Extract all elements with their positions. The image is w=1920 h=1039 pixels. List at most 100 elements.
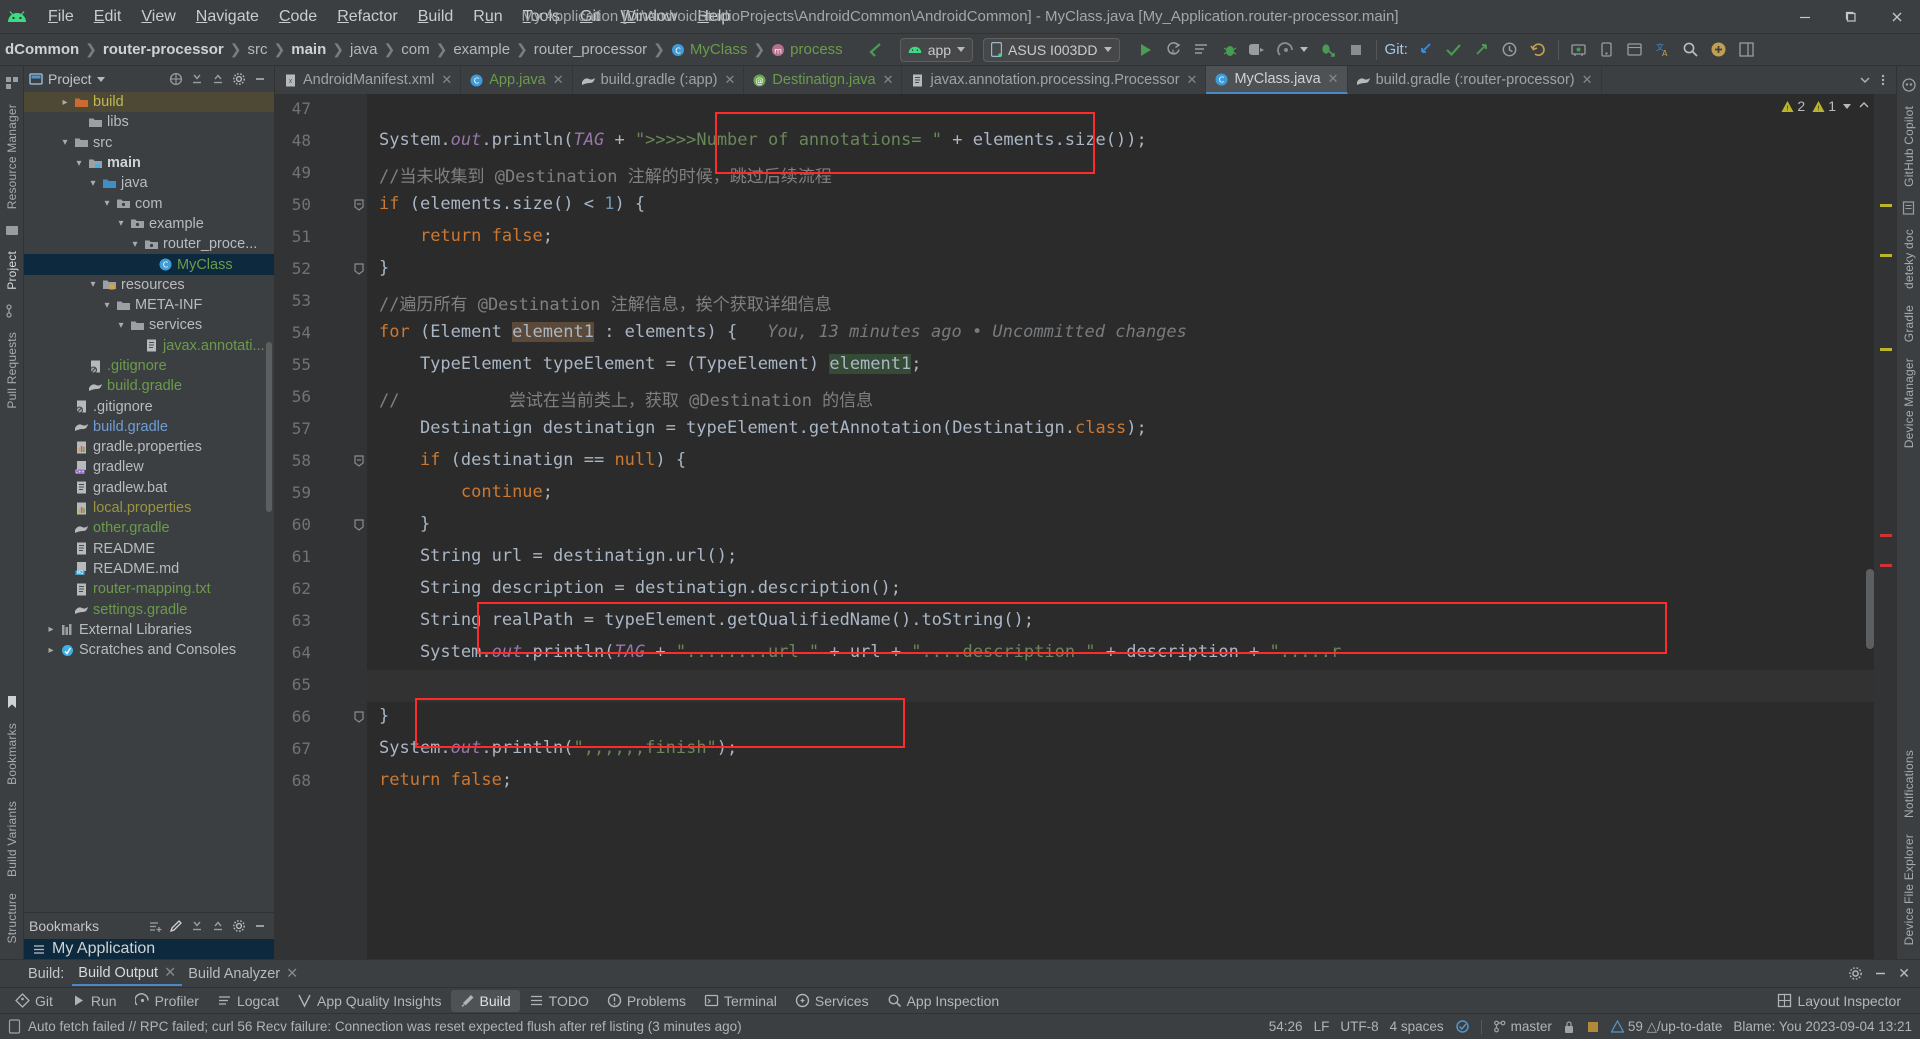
github-copilot-icon[interactable] [1901,78,1916,92]
breadcrumb-method[interactable]: m process [766,39,848,60]
close-button[interactable] [1874,0,1920,34]
editor-tab-destinatign-java[interactable]: @ Destinatign.java ✕ [744,66,903,94]
project-tree-scrollbar[interactable] [266,342,272,512]
debug-attach-icon[interactable] [1314,37,1342,63]
editor-tab-myclass-java[interactable]: C MyClass.java ✕ [1206,66,1348,94]
breadcrumb-java[interactable]: java [345,39,383,60]
right-strip-device-manager[interactable]: Device Manager [1902,350,1916,456]
breadcrumb-com[interactable]: com [396,39,434,60]
hide-panel-icon[interactable] [251,917,269,935]
layout-icon[interactable] [1733,37,1761,63]
inspection-status[interactable]: ! 2 ! 1 [1781,98,1870,114]
line-separator[interactable]: LF [1314,1019,1330,1034]
project-folder-icon[interactable] [5,223,19,237]
menu-tools[interactable]: Tools [513,4,570,30]
indent-setting[interactable]: 4 spaces [1390,1019,1444,1034]
code-fold-marker[interactable] [353,519,367,533]
chevron-down-icon[interactable]: ▾ [114,320,128,331]
code-line-50[interactable]: if (elements.size() < 1) { [379,194,645,214]
right-strip-doc[interactable]: deteky doc [1902,221,1916,297]
close-tab-icon[interactable]: ✕ [725,72,736,88]
right-strip-github-copilot[interactable]: GitHub Copilot [1902,98,1916,195]
warning-marker[interactable] [1880,254,1892,257]
code-line-66[interactable]: } [379,706,389,726]
git-update-icon[interactable] [1412,37,1440,63]
maximize-button[interactable] [1828,0,1874,34]
menu-git[interactable]: Git [570,4,610,30]
hide-panel-icon[interactable] [1873,966,1888,981]
tree-item-com[interactable]: ▾ com [24,193,274,213]
bottom-tool-app-inspection[interactable]: App Inspection [878,990,1009,1012]
apply-changes-button[interactable]: A [1160,37,1188,63]
bottom-tool-terminal[interactable]: Terminal [695,990,786,1012]
add-plugin-icon[interactable] [1705,37,1733,63]
bottom-tool-app-quality-insights[interactable]: App Quality Insights [288,990,451,1012]
bottom-tool-git[interactable]: Git [6,990,62,1012]
tree-item-myclass[interactable]: C MyClass [24,254,274,275]
breadcrumb-src[interactable]: src [243,39,273,60]
collapse-inspections-icon[interactable] [1858,100,1870,112]
event-log-icon[interactable] [8,1019,21,1034]
tree-item-libs[interactable]: libs [24,112,274,132]
left-strip-project[interactable]: Project [5,243,19,298]
editor-tab-build-gradle-app-[interactable]: build.gradle (:app) ✕ [573,66,745,94]
menu-build[interactable]: Build [408,4,464,30]
blame-info[interactable]: Blame: You 2023-09-04 13:21 [1733,1019,1912,1034]
attach-debugger-icon[interactable] [1244,37,1272,63]
chevron-down-icon[interactable] [96,76,105,82]
bottom-tool-services[interactable]: Services [786,990,878,1012]
code-editor[interactable]: 47 48 49 50 51 52 53 54 55 56 57 58 59 60 61 62 63 64 65 66… [275,94,1896,959]
chevron-down-icon[interactable]: ▾ [58,137,72,148]
chevron-down-icon[interactable]: ▾ [100,300,114,311]
menu-edit[interactable]: Edit [84,4,132,30]
right-strip-gradle[interactable]: Gradle [1902,297,1916,350]
stop-button[interactable] [1342,37,1370,63]
breadcrumb-main[interactable]: main [286,39,331,60]
tree-item-gradle-properties[interactable]: gradle.properties [24,437,274,457]
annotation-bar[interactable] [1874,94,1896,959]
tree-item-java[interactable]: ▾ java [24,173,274,193]
close-icon[interactable]: ✕ [1898,965,1910,982]
pull-request-icon[interactable] [5,304,19,318]
tree-item-router-proce-[interactable]: ▾ router_proce... [24,234,274,254]
left-strip-bookmarks[interactable]: Bookmarks [5,715,19,793]
settings-gear-icon[interactable] [1848,966,1863,981]
chevron-down-icon[interactable]: ▾ [72,158,86,169]
breadcrumb-project[interactable]: dCommon [0,39,84,60]
tree-item-external-libraries[interactable]: ▸ External Libraries [24,620,274,640]
more-options-icon[interactable] [1876,73,1890,87]
right-strip-notifications[interactable]: Notifications [1902,742,1916,826]
code-line-60[interactable]: } [379,514,430,534]
close-tab-icon[interactable]: ✕ [1582,72,1593,88]
editor-tab-build-gradle-router-processor-[interactable]: build.gradle (:router-processor) ✕ [1348,66,1602,94]
left-strip-resource-manager[interactable]: Resource Manager [5,96,19,217]
tree-item-scratches-and-consoles[interactable]: ▸ Scratches and Consoles [24,640,274,660]
bottom-tool-layout-inspector[interactable]: Layout Inspector [1768,990,1910,1012]
menu-file[interactable]: File [38,4,84,30]
menu-help[interactable]: Help [687,4,740,30]
code-line-61[interactable]: String url = destinatign.url(); [379,546,737,566]
collapse-all-icon[interactable] [209,70,227,88]
caret-position[interactable]: 54:26 [1269,1019,1303,1034]
menu-code[interactable]: Code [269,4,327,30]
git-push-icon[interactable] [1468,37,1496,63]
bottom-tool-todo[interactable]: TODO [520,990,598,1012]
memory-indicator[interactable]: 59 △/up-to-date [1610,1019,1722,1035]
close-tab-icon[interactable]: ✕ [1187,72,1198,88]
search-icon[interactable] [1677,37,1705,63]
chevron-right-icon[interactable]: ▸ [44,624,58,635]
code-line-53[interactable]: //遍历所有 @Destination 注解信息，挨个获取详细信息 [379,290,832,315]
left-strip-pull-requests[interactable]: Pull Requests [5,324,19,417]
chevron-down-icon[interactable]: ▾ [114,218,128,229]
device-selector[interactable]: ASUS I003DD [983,37,1120,62]
close-tab-icon[interactable]: ✕ [883,72,894,88]
tree-item-readme-md[interactable]: MD README.md [24,559,274,579]
deteky-doc-icon[interactable] [1902,201,1915,215]
tree-item--gitignore[interactable]: .gitignore [24,356,274,376]
tree-item-build-gradle[interactable]: build.gradle [24,376,274,396]
code-line-64[interactable]: System.out.println(TAG + "........url " … [379,642,1341,662]
right-strip-device-file-explorer[interactable]: Device File Explorer [1902,826,1916,953]
close-icon[interactable]: ✕ [286,966,298,982]
chevron-down-icon[interactable]: ▾ [100,198,114,209]
editor-tab-bar[interactable]: X AndroidManifest.xml ✕ C App.java ✕ build.gra… [275,66,1896,94]
